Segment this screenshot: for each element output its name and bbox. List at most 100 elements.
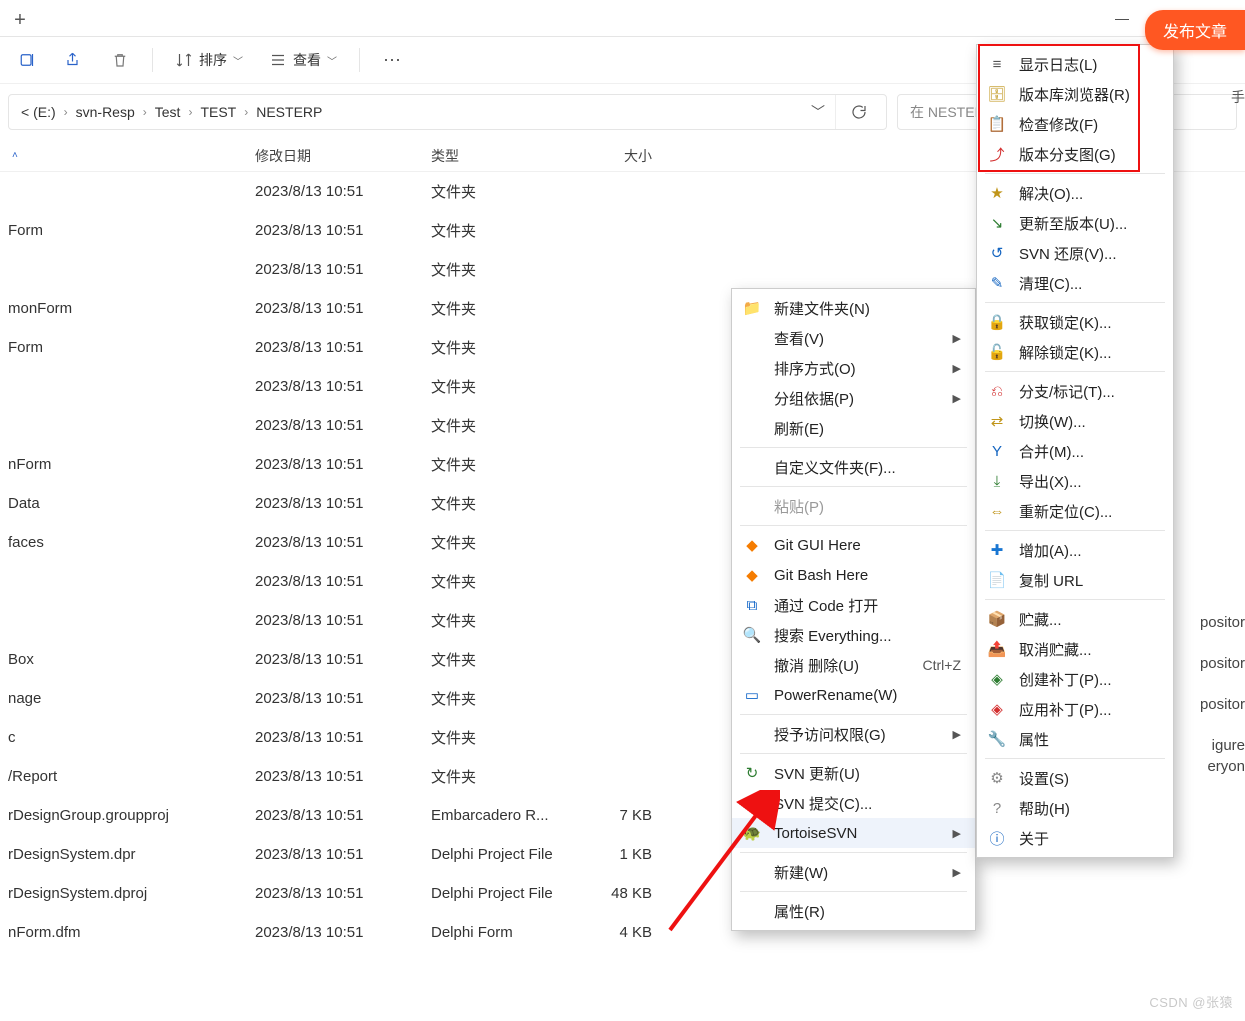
menu-item[interactable]: Y合并(M)... (977, 436, 1173, 466)
✎-icon: ✎ (987, 273, 1007, 293)
menu-item[interactable]: ≡显示日志(L) (977, 49, 1173, 79)
crumb-4[interactable]: NESTERP (250, 104, 328, 120)
view-dropdown[interactable]: 查看 ﹀ (259, 42, 347, 78)
col-size[interactable]: 大小 (570, 146, 660, 166)
blank-icon (742, 901, 762, 921)
col-date[interactable]: 修改日期 (247, 146, 423, 166)
menu-item[interactable]: ⇔重新定位(C)... (977, 496, 1173, 526)
menu-item[interactable]: 刷新(E) (732, 413, 975, 443)
minimize-button[interactable]: — (1099, 2, 1145, 34)
file-name: nForm (0, 456, 247, 473)
col-type[interactable]: 类型 (423, 146, 570, 166)
🐢-icon: 🐢 (742, 823, 762, 843)
menu-item[interactable]: ◈创建补丁(P)... (977, 664, 1173, 694)
menu-item[interactable]: ✚增加(A)... (977, 535, 1173, 565)
crumb-0[interactable]: < (E:) (15, 104, 62, 120)
new-tab-button[interactable]: + (6, 6, 34, 34)
menu-separator (985, 530, 1165, 531)
menu-item[interactable]: 分组依据(P)▶ (732, 383, 975, 413)
menu-item[interactable]: 🔍搜索 Everything... (732, 620, 975, 650)
menu-item[interactable]: ?帮助(H) (977, 793, 1173, 823)
menu-separator (985, 371, 1165, 372)
delete-icon[interactable] (100, 42, 140, 78)
window-titlebar: — ▢ ✕ (0, 0, 1245, 36)
more-button[interactable]: ⋯ (372, 42, 412, 78)
file-name: nage (0, 690, 247, 707)
menu-item: 粘贴(P) (732, 491, 975, 521)
file-type: 文件夹 (423, 376, 570, 397)
blank-icon (742, 496, 762, 516)
file-type: 文件夹 (423, 727, 570, 748)
menu-item-label: 显示日志(L) (1019, 54, 1159, 75)
bg-text-fragment: positor (1200, 696, 1245, 713)
file-size: 7 KB (570, 807, 660, 824)
menu-item[interactable]: ⓘ关于 (977, 823, 1173, 853)
menu-item[interactable]: ◆Git Bash Here (732, 560, 975, 590)
refresh-button[interactable] (835, 95, 880, 129)
blank-icon (742, 358, 762, 378)
menu-item[interactable]: 自定义文件夹(F)... (732, 452, 975, 482)
menu-item[interactable]: ⎌分支/标记(T)... (977, 376, 1173, 406)
menu-item[interactable]: ⤓导出(X)... (977, 466, 1173, 496)
table-row[interactable]: rDesignSystem.dproj 2023/8/13 10:51 Delp… (0, 874, 1245, 913)
menu-item[interactable]: 📋检查修改(F) (977, 109, 1173, 139)
file-date: 2023/8/13 10:51 (247, 885, 423, 902)
file-date: 2023/8/13 10:51 (247, 651, 423, 668)
file-date: 2023/8/13 10:51 (247, 768, 423, 785)
menu-item[interactable]: 📄复制 URL (977, 565, 1173, 595)
table-row[interactable]: nForm.dfm 2023/8/13 10:51 Delphi Form 4 … (0, 913, 1245, 952)
file-type: 文件夹 (423, 688, 570, 709)
file-date: 2023/8/13 10:51 (247, 495, 423, 512)
menu-item[interactable]: ◈应用补丁(P)... (977, 694, 1173, 724)
menu-item[interactable]: 🔧属性 (977, 724, 1173, 754)
menu-item[interactable]: ↻SVN 提交(C)... (732, 788, 975, 818)
menu-item[interactable]: 🔓解除锁定(K)... (977, 337, 1173, 367)
menu-item[interactable]: 撤消 删除(U)Ctrl+Z (732, 650, 975, 680)
rename-icon[interactable] (8, 42, 48, 78)
menu-item[interactable]: ⧉通过 Code 打开 (732, 590, 975, 620)
menu-item[interactable]: 授予访问权限(G)▶ (732, 719, 975, 749)
menu-item-label: 解决(O)... (1019, 183, 1159, 204)
menu-item[interactable]: 🐢TortoiseSVN▶ (732, 818, 975, 848)
menu-item[interactable]: 📤取消贮藏... (977, 634, 1173, 664)
menu-item-label: 分支/标记(T)... (1019, 381, 1159, 402)
menu-item[interactable]: 🔒获取锁定(K)... (977, 307, 1173, 337)
menu-item-label: 更新至版本(U)... (1019, 213, 1159, 234)
col-name[interactable]: ˄ (0, 150, 247, 161)
menu-item[interactable]: ⇄切换(W)... (977, 406, 1173, 436)
menu-item[interactable]: 🗄版本库浏览器(R) (977, 79, 1173, 109)
menu-item[interactable]: 排序方式(O)▶ (732, 353, 975, 383)
menu-item[interactable]: ✎清理(C)... (977, 268, 1173, 298)
file-date: 2023/8/13 10:51 (247, 846, 423, 863)
menu-item[interactable]: 查看(V)▶ (732, 323, 975, 353)
sort-dropdown[interactable]: 排序 ﹀ (165, 42, 253, 78)
separator (152, 48, 153, 72)
publish-article-button[interactable]: 发布文章 (1145, 10, 1245, 50)
menu-item[interactable]: ▭PowerRename(W) (732, 680, 975, 710)
menu-item[interactable]: ⤴版本分支图(G) (977, 139, 1173, 169)
address-dropdown-chevron[interactable]: ﹀ (801, 102, 835, 122)
menu-item[interactable]: ↺SVN 还原(V)... (977, 238, 1173, 268)
menu-item[interactable]: ★解决(O)... (977, 178, 1173, 208)
menu-item[interactable]: 📁新建文件夹(N) (732, 293, 975, 323)
file-date: 2023/8/13 10:51 (247, 807, 423, 824)
menu-item[interactable]: 新建(W)▶ (732, 857, 975, 887)
crumb-2[interactable]: Test (149, 104, 187, 120)
crumb-1[interactable]: svn-Resp (70, 104, 141, 120)
breadcrumb[interactable]: < (E:)› svn-Resp› Test› TEST› NESTERP ﹀ (8, 94, 887, 130)
crumb-3[interactable]: TEST (194, 104, 242, 120)
🔍-icon: 🔍 (742, 625, 762, 645)
◈-icon: ◈ (987, 699, 1007, 719)
file-type: 文件夹 (423, 610, 570, 631)
file-name: faces (0, 534, 247, 551)
menu-item-label: 新建(W) (774, 862, 921, 883)
file-name: rDesignSystem.dpr (0, 846, 247, 863)
menu-item[interactable]: ◆Git GUI Here (732, 530, 975, 560)
share-icon[interactable] (54, 42, 94, 78)
menu-item[interactable]: ⚙设置(S) (977, 763, 1173, 793)
menu-item[interactable]: ↘更新至版本(U)... (977, 208, 1173, 238)
menu-item[interactable]: 属性(R) (732, 896, 975, 926)
menu-item-label: 查看(V) (774, 328, 921, 349)
menu-item[interactable]: 📦贮藏... (977, 604, 1173, 634)
menu-item[interactable]: ↻SVN 更新(U) (732, 758, 975, 788)
